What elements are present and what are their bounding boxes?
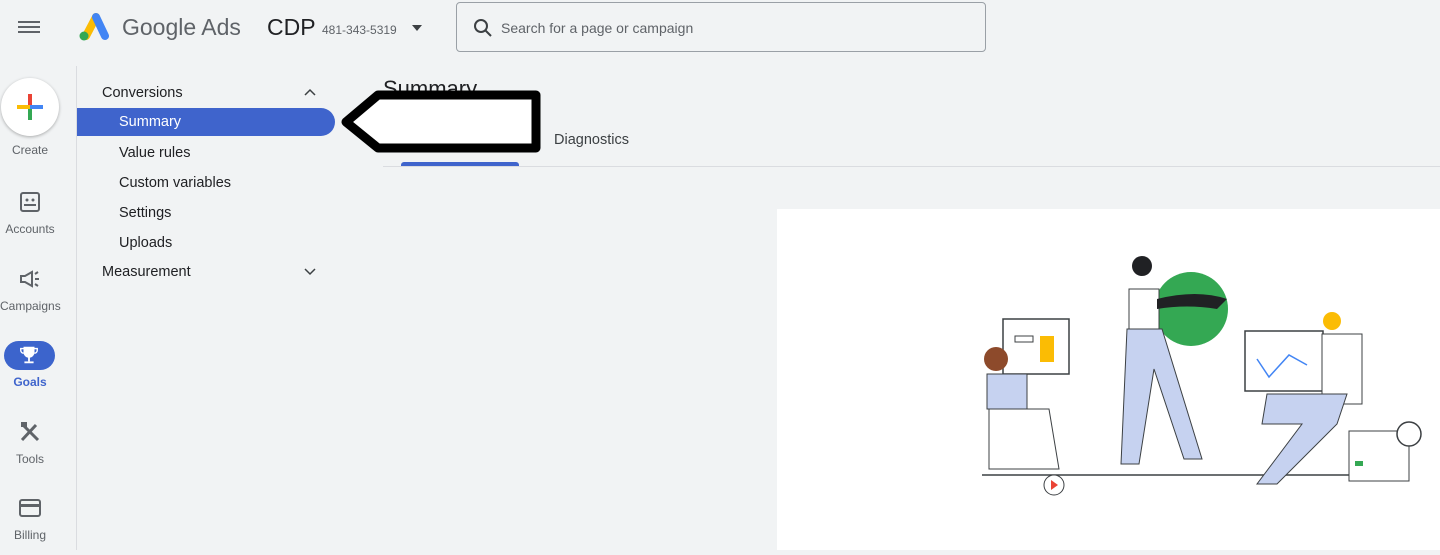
rail-billing-label[interactable]: Billing <box>0 528 60 542</box>
create-button[interactable] <box>1 78 59 136</box>
search-input[interactable]: Search for a page or campaign <box>456 2 986 52</box>
nav-item-summary[interactable]: Summary <box>77 108 335 136</box>
search-placeholder: Search for a page or campaign <box>501 20 694 36</box>
megaphone-icon[interactable] <box>18 267 42 291</box>
brand-name: Google Ads <box>122 14 241 40</box>
rail-accounts-label[interactable]: Accounts <box>0 222 60 236</box>
tools-icon[interactable] <box>18 420 42 444</box>
rail-tools-label[interactable]: Tools <box>0 452 60 466</box>
google-ads-logo <box>79 13 109 41</box>
rail-goals-label[interactable]: Goals <box>0 375 60 389</box>
chevron-down-icon[interactable] <box>303 267 317 277</box>
rail-campaigns-label[interactable]: Campaigns <box>0 299 61 313</box>
accounts-icon[interactable] <box>18 190 42 214</box>
nav-item-settings[interactable]: Settings <box>119 205 171 221</box>
goals-nav-button[interactable] <box>4 341 55 370</box>
rail-divider <box>76 66 77 550</box>
main-menu-icon[interactable] <box>18 18 40 36</box>
account-dropdown-icon[interactable] <box>412 25 422 31</box>
people-illustration <box>982 256 1422 496</box>
search-icon <box>474 19 492 37</box>
trophy-icon <box>20 346 38 364</box>
tab-divider <box>383 166 1440 167</box>
tab-diagnostics[interactable]: Diagnostics <box>554 132 629 148</box>
annotation-arrow-redaction <box>341 90 541 153</box>
nav-item-label: Summary <box>119 114 182 130</box>
account-name[interactable]: CDP <box>267 14 316 41</box>
chevron-up-icon[interactable] <box>303 87 317 97</box>
account-id[interactable]: 481-343-5319 <box>322 23 397 37</box>
nav-item-uploads[interactable]: Uploads <box>119 235 172 251</box>
nav-section-measurement[interactable]: Measurement <box>102 264 191 280</box>
illustration-card <box>777 209 1440 550</box>
nav-item-custom-variables[interactable]: Custom variables <box>119 175 231 191</box>
credit-card-icon[interactable] <box>18 496 42 520</box>
nav-section-conversions[interactable]: Conversions <box>102 85 183 101</box>
plus-icon <box>17 94 43 120</box>
nav-item-value-rules[interactable]: Value rules <box>119 145 190 161</box>
rail-create-label[interactable]: Create <box>0 143 60 157</box>
